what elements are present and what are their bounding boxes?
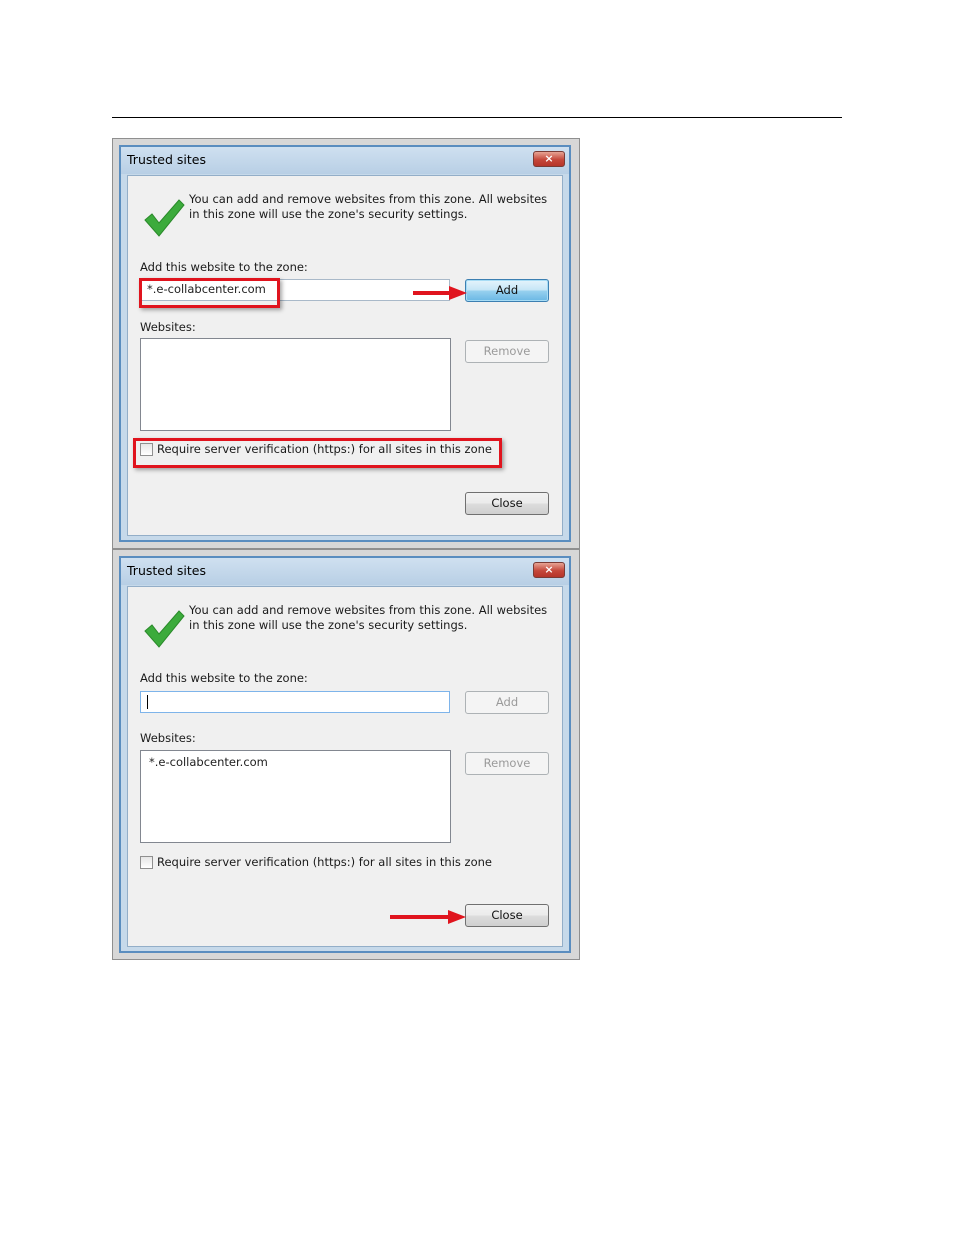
add-website-label: Add this website to the zone:: [140, 260, 308, 274]
trusted-sites-screenshot-1: Trusted sites × You can add and remove w…: [112, 138, 580, 549]
checkmark-icon: [144, 199, 185, 237]
dialog-body: You can add and remove websites from thi…: [127, 586, 563, 947]
dialog-body: You can add and remove websites from thi…: [127, 175, 563, 536]
header-rule: [112, 117, 842, 118]
arrow-right-icon: [390, 910, 466, 924]
zone-info-message: You can add and remove websites from thi…: [189, 192, 548, 221]
websites-label: Websites:: [140, 731, 196, 745]
remove-button[interactable]: Remove: [465, 340, 549, 363]
require-https-checkbox[interactable]: [140, 856, 153, 869]
remove-button[interactable]: Remove: [465, 752, 549, 775]
websites-list[interactable]: [140, 338, 451, 431]
list-item[interactable]: *.e-collabcenter.com: [149, 755, 442, 769]
close-button[interactable]: Close: [465, 492, 549, 515]
require-https-row[interactable]: Require server verification (https:) for…: [140, 855, 492, 869]
close-button[interactable]: Close: [465, 904, 549, 927]
add-website-label: Add this website to the zone:: [140, 671, 308, 685]
website-input-highlight: [139, 278, 280, 308]
close-window-icon[interactable]: ×: [533, 562, 565, 578]
websites-list[interactable]: *.e-collabcenter.com: [140, 750, 451, 843]
require-https-label: Require server verification (https:) for…: [157, 855, 492, 869]
add-button[interactable]: Add: [465, 279, 549, 302]
zone-info-message: You can add and remove websites from thi…: [189, 603, 548, 632]
websites-label: Websites:: [140, 320, 196, 334]
title-bar: Trusted sites ×: [121, 147, 569, 174]
dialog-window: Trusted sites × You can add and remove w…: [119, 556, 571, 953]
dialog-title: Trusted sites: [127, 152, 206, 167]
text-caret: [147, 694, 148, 709]
require-https-highlight: [133, 438, 502, 468]
title-bar: Trusted sites ×: [121, 558, 569, 585]
dialog-title: Trusted sites: [127, 563, 206, 578]
trusted-sites-screenshot-2: Trusted sites × You can add and remove w…: [112, 549, 580, 960]
dialog-window: Trusted sites × You can add and remove w…: [119, 145, 571, 542]
checkmark-icon: [144, 610, 185, 648]
close-window-icon[interactable]: ×: [533, 151, 565, 167]
add-button[interactable]: Add: [465, 691, 549, 714]
website-input[interactable]: [140, 691, 450, 713]
arrow-right-icon: [413, 286, 467, 300]
